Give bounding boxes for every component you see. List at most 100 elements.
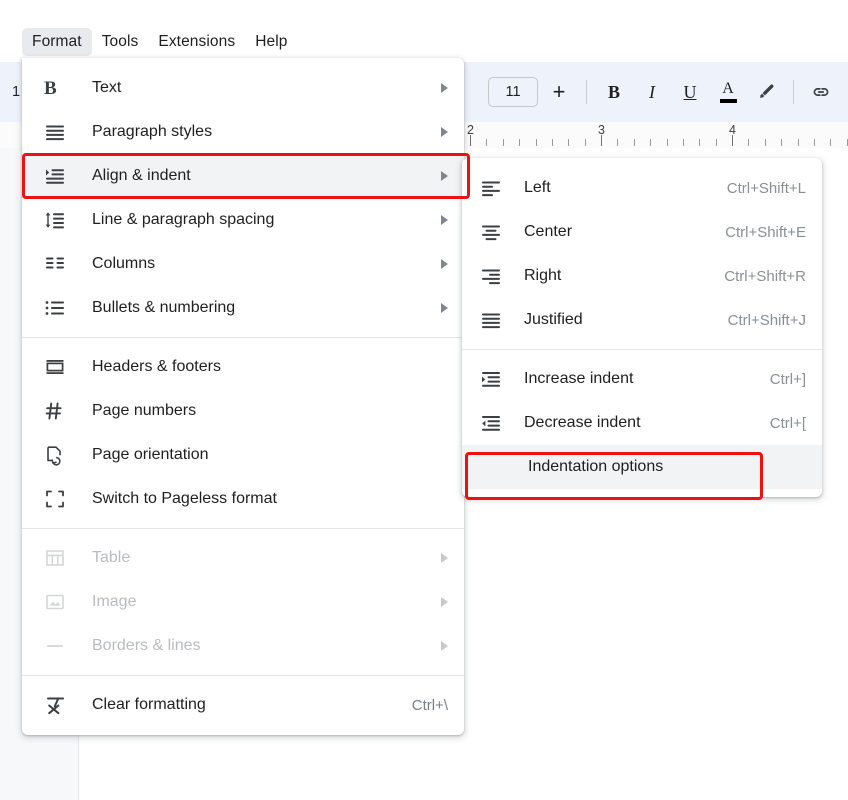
menu-item-label: Switch to Pageless format <box>92 490 277 507</box>
format-menu-item-borders-lines: Borders & lines <box>22 624 464 668</box>
menu-item-shortcut: Ctrl+Shift+J <box>727 311 806 329</box>
insert-link-button[interactable] <box>804 75 838 109</box>
align-submenu-item-right[interactable]: Right Ctrl+Shift+R <box>462 254 822 298</box>
format-menu-item-clear-formatting[interactable]: Clear formatting Ctrl+\ <box>22 683 464 727</box>
menu-item-label: Borders & lines <box>92 637 201 654</box>
pageless-format-icon <box>44 488 70 510</box>
menu-bar: Format Tools Extensions Help <box>0 22 848 62</box>
align-submenu-item-increase-indent[interactable]: Increase indent Ctrl+] <box>462 357 822 401</box>
toolbar-divider-2 <box>793 80 794 104</box>
format-menu-item-align-indent[interactable]: Align & indent <box>22 154 464 198</box>
clear-formatting-icon <box>44 694 70 716</box>
bold-button[interactable]: B <box>597 75 631 109</box>
align-submenu-item-decrease-indent[interactable]: Decrease indent Ctrl+[ <box>462 401 822 445</box>
format-menu-item-columns[interactable]: Columns <box>22 242 464 286</box>
format-menu-item-switch-to-pageless-format[interactable]: Switch to Pageless format <box>22 477 464 521</box>
menu-item-label: Right <box>524 267 562 284</box>
menubar-item-format[interactable]: Format <box>22 28 92 56</box>
menu-item-shortcut: Ctrl+Shift+E <box>725 223 806 241</box>
menu-item-label: Indentation options <box>528 458 664 475</box>
decrease-indent-icon <box>480 412 506 434</box>
ruler-tick-minor <box>535 139 537 146</box>
format-menu-item-bullets-numbering[interactable]: Bullets & numbering <box>22 286 464 330</box>
menubar-item-extensions[interactable]: Extensions <box>148 28 245 56</box>
format-menu-item-page-numbers[interactable]: Page numbers <box>22 389 464 433</box>
align-submenu-item-center[interactable]: Center Ctrl+Shift+E <box>462 210 822 254</box>
format-menu-item-paragraph-styles[interactable]: Paragraph styles <box>22 110 464 154</box>
submenu-arrow-icon <box>441 641 448 651</box>
format-menu: B Text Paragraph styles Align & indent Line … <box>22 58 464 735</box>
bold-text-icon: B <box>44 77 57 99</box>
bullets-numbering-icon <box>45 301 64 315</box>
ruler-label: 2 <box>467 123 474 137</box>
ruler-tick-minor <box>813 139 815 146</box>
underline-button[interactable]: U <box>673 75 707 109</box>
menu-item-shortcut: Ctrl+\ <box>411 696 448 714</box>
menu-item-label: Columns <box>92 255 156 272</box>
ruler-tick-minor <box>650 139 652 146</box>
menu-item-label: Decrease indent <box>524 414 641 431</box>
align-indent-icon <box>44 165 70 187</box>
increase-font-size-button[interactable]: + <box>542 75 576 109</box>
text-color-letter: A <box>722 80 734 97</box>
increase-indent-icon <box>482 372 500 387</box>
highlighter-icon <box>760 84 774 98</box>
page-numbers-icon <box>45 402 62 420</box>
ruler-tick-minor <box>699 139 701 146</box>
ruler-label: 4 <box>729 123 736 137</box>
ruler-tick-minor <box>748 139 750 146</box>
line-spacing-icon <box>45 212 64 229</box>
menu-separator <box>22 337 464 338</box>
menu-item-label: Page numbers <box>92 402 197 419</box>
ruler-tick-minor <box>682 139 684 146</box>
align-center-icon <box>480 221 506 243</box>
menu-item-label: Justified <box>524 311 583 328</box>
ruler-tick-minor <box>568 139 570 146</box>
link-icon <box>813 88 829 96</box>
image-icon <box>44 591 70 613</box>
pageless-format-icon <box>46 490 64 508</box>
menu-item-label: Clear formatting <box>92 696 206 713</box>
ruler-tick-minor <box>830 139 832 146</box>
align-submenu-item-indentation-options[interactable]: Indentation options <box>462 445 822 489</box>
paragraph-styles-icon <box>44 121 70 143</box>
align-left-icon <box>480 177 506 199</box>
menubar-item-help[interactable]: Help <box>245 28 297 56</box>
menu-separator <box>22 528 464 529</box>
format-menu-item-headers-footers[interactable]: Headers & footers <box>22 345 464 389</box>
align-center-icon <box>482 225 500 241</box>
menu-item-label: Left <box>524 179 551 196</box>
align-justify-icon <box>480 309 506 331</box>
paragraph-styles-icon <box>46 125 64 141</box>
align-right-icon <box>482 269 500 285</box>
menu-item-shortcut: Ctrl+[ <box>769 414 806 432</box>
highlight-color-button[interactable] <box>749 75 783 109</box>
format-menu-item-table: Table <box>22 536 464 580</box>
menu-item-label: Center <box>524 223 573 240</box>
format-menu-item-page-orientation[interactable]: Page orientation <box>22 433 464 477</box>
align-submenu-item-left[interactable]: Left Ctrl+Shift+L <box>462 166 822 210</box>
text-color-button[interactable]: A <box>711 75 745 109</box>
table-icon <box>44 547 70 569</box>
image-icon <box>46 594 64 610</box>
docs-window: 1 11 + B I U A 2 3 4 Format Tools Extens… <box>0 0 848 800</box>
menubar-item-tools[interactable]: Tools <box>92 28 149 56</box>
ruler-tick-minor <box>633 139 635 146</box>
menu-item-label: Bullets & numbering <box>92 299 236 316</box>
italic-button[interactable]: I <box>635 75 669 109</box>
font-size-input[interactable]: 11 <box>488 77 538 107</box>
menu-separator <box>462 349 822 350</box>
ruler-tick-minor <box>584 139 586 146</box>
ruler-tick-minor <box>551 139 553 146</box>
align-justify-icon <box>482 313 500 329</box>
increase-indent-icon <box>480 368 506 390</box>
format-menu-item-line-paragraph-spacing[interactable]: Line & paragraph spacing <box>22 198 464 242</box>
ruler-tick-minor <box>764 139 766 146</box>
bullets-numbering-icon <box>44 297 70 319</box>
format-menu-item-text[interactable]: B Text <box>22 66 464 110</box>
align-right-icon <box>480 265 506 287</box>
align-submenu-item-justified[interactable]: Justified Ctrl+Shift+J <box>462 298 822 342</box>
submenu-arrow-icon <box>441 553 448 563</box>
submenu-arrow-icon <box>441 127 448 137</box>
headers-footers-icon <box>46 360 64 374</box>
